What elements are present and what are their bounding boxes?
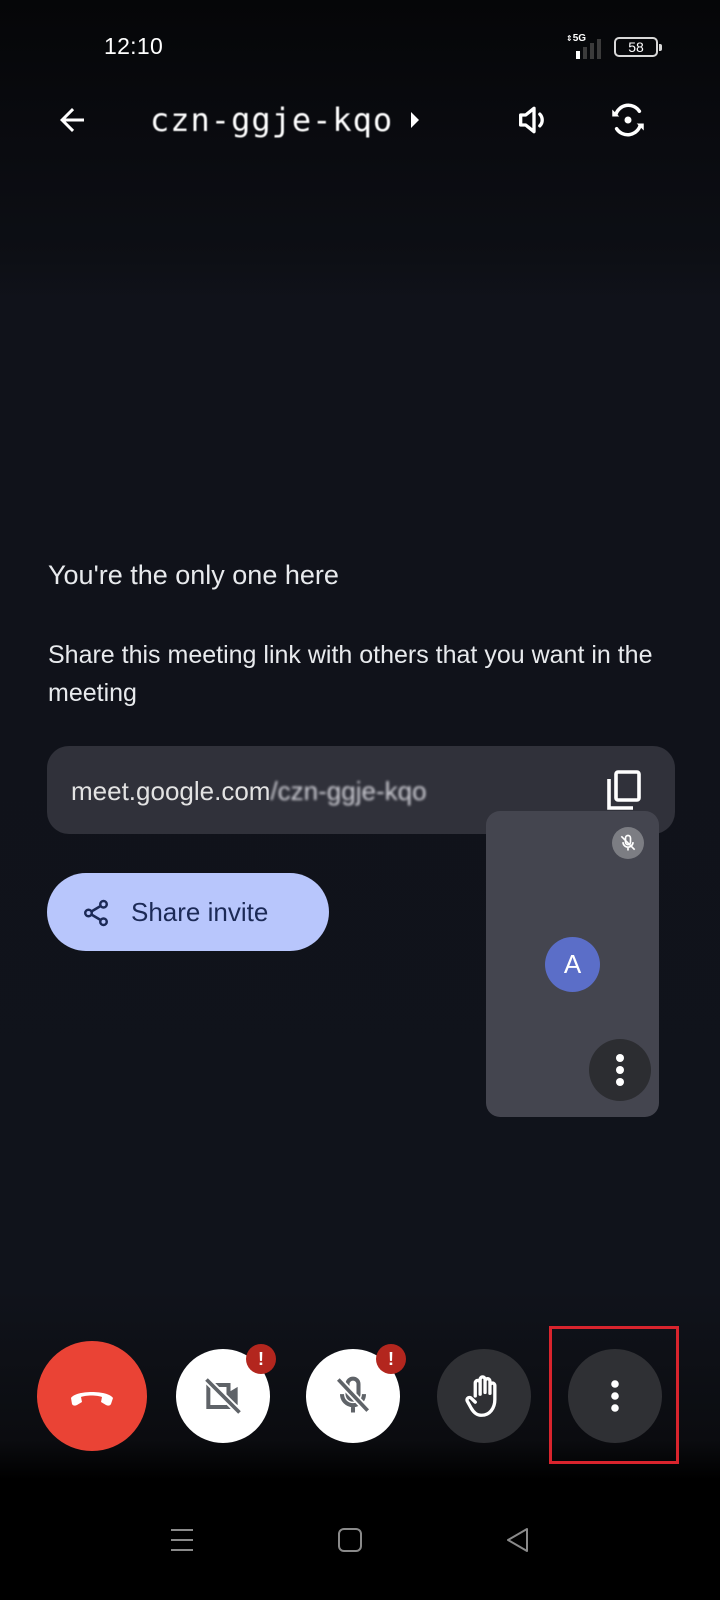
status-bar: 12:10 ⇕5G 58 <box>0 0 720 80</box>
battery-icon: 58 <box>614 37 662 57</box>
more-vertical-icon <box>611 1380 619 1412</box>
copy-icon <box>607 770 641 810</box>
raise-hand-button[interactable] <box>437 1349 531 1443</box>
meeting-code: czn-ggje-kqo <box>150 101 394 139</box>
call-end-icon <box>71 1392 113 1406</box>
tile-more-options-button[interactable] <box>589 1039 651 1101</box>
videocam-off-icon <box>203 1376 243 1416</box>
flip-camera-icon <box>612 103 644 137</box>
link-domain: meet.google.com <box>71 776 271 806</box>
meeting-details-button[interactable]: czn-ggje-kqo <box>150 100 421 140</box>
recents-button[interactable] <box>152 1510 212 1570</box>
caret-right-icon <box>411 112 420 128</box>
share-description: Share this meeting link with others that… <box>48 641 653 707</box>
self-view-tile[interactable]: A <box>486 811 659 1117</box>
end-call-button[interactable] <box>37 1341 147 1451</box>
back-button[interactable] <box>46 94 98 146</box>
menu-lines-icon <box>171 1529 193 1551</box>
mic-off-icon <box>335 1376 371 1414</box>
system-back-button[interactable] <box>488 1510 548 1570</box>
tile-mic-status <box>612 827 644 859</box>
meeting-link[interactable]: meet.google.com/czn-ggje-kqo <box>71 776 427 807</box>
only-one-heading: You're the only one here <box>48 560 339 590</box>
mic-off-icon <box>620 834 636 851</box>
avatar: A <box>545 937 600 992</box>
meet-call-screen: 12:10 ⇕5G 58 czn-ggje-kqo You're the onl… <box>0 0 720 1600</box>
status-time: 12:10 <box>104 33 164 59</box>
hand-icon <box>465 1375 497 1417</box>
system-navigation-bar <box>0 1490 720 1600</box>
home-button[interactable] <box>320 1510 380 1570</box>
more-vertical-icon <box>616 1054 624 1086</box>
link-code: /czn-ggje-kqo <box>270 776 427 806</box>
signal-bars-icon: ⇕5G <box>566 33 608 59</box>
share-invite-label: Share invite <box>131 897 269 927</box>
back-triangle-icon <box>507 1528 528 1552</box>
copy-link-button[interactable] <box>599 768 649 814</box>
share-invite-button[interactable]: Share invite <box>47 873 329 951</box>
microphone-warning-badge: ! <box>376 1344 406 1374</box>
camera-warning-badge: ! <box>246 1344 276 1374</box>
audio-output-button[interactable] <box>508 94 560 146</box>
more-options-button[interactable] <box>568 1349 662 1443</box>
volume-icon <box>519 106 544 134</box>
share-icon <box>84 899 108 927</box>
arrow-back-icon <box>60 108 84 132</box>
status-indicators: ⇕5G 58 <box>566 33 662 60</box>
top-app-bar: czn-ggje-kqo <box>0 80 720 160</box>
battery-percent: 58 <box>628 39 644 55</box>
home-square-icon <box>338 1528 362 1552</box>
switch-camera-button[interactable] <box>602 94 654 146</box>
